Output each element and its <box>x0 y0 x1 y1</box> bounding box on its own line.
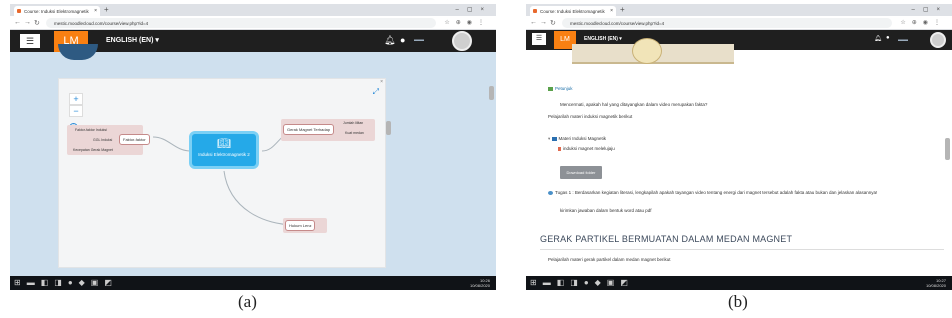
back-icon[interactable]: ← <box>14 19 21 26</box>
file-link[interactable]: induksi magnet melelujaju <box>563 146 615 151</box>
page-scrollbar[interactable] <box>945 138 950 160</box>
mindmap-canvas[interactable]: + − ◉ ⤢ × Faktor-faktor Induksi GGL Indu… <box>58 78 391 268</box>
browser-tab[interactable]: Course: Induksi Elektromagnetik × <box>14 6 100 16</box>
forward-icon[interactable]: → <box>540 19 547 26</box>
screenshot-b: Course: Induksi Elektromagnetik × + –▢× … <box>526 4 952 290</box>
browser-tabbar: Course: Induksi Elektromagnetik × + –▢× <box>10 4 496 16</box>
browser-tabbar: Course: Induksi Elektromagnetik × + –▢× <box>526 4 952 16</box>
tab-close-icon[interactable]: × <box>94 8 97 14</box>
clock-date: 10/08/2020 <box>469 283 490 288</box>
petunjuk-item[interactable]: Petunjuk <box>548 86 573 91</box>
user-name[interactable]: ▬▬ <box>898 37 908 43</box>
browser-action-icons[interactable]: ☆⊕◉⋮ <box>900 19 946 26</box>
page-icon <box>548 86 553 91</box>
url-field[interactable]: mestic.moodlecloud.com/course/view.php?i… <box>562 18 892 28</box>
mindmap-leaf: Kecepatan Gerak Magnet <box>73 148 113 152</box>
figure-caption-b: (b) <box>728 292 748 311</box>
zoom-in-button[interactable]: + <box>69 93 83 105</box>
taskbar-icons[interactable]: ⊞▬◧◨●◆▣◩ <box>14 278 118 287</box>
file-item[interactable]: induksi magnet melelujaju <box>558 146 615 151</box>
folder-icon <box>551 136 557 141</box>
question-text: Mencermati, apakah hal yang ditayangkan … <box>560 102 708 107</box>
messages-icon[interactable]: ● <box>400 35 405 45</box>
fullscreen-icon[interactable]: ⤢ <box>373 87 379 97</box>
messages-icon[interactable]: ● <box>886 35 890 41</box>
zoom-out-button[interactable]: − <box>69 105 83 117</box>
folder-link[interactable]: Materi Induksi Magnetik <box>559 136 607 141</box>
tab-title: Course: Induksi Elektromagnetik <box>24 8 89 14</box>
language-menu[interactable]: ENGLISH (EN) ▾ <box>106 36 159 44</box>
video-object-image <box>632 38 662 64</box>
address-bar: ← → ↻ mestic.moodlecloud.com/course/view… <box>526 16 952 30</box>
forward-icon[interactable]: → <box>24 19 31 26</box>
language-menu[interactable]: ENGLISH (EN) ▾ <box>584 36 622 42</box>
address-bar: ← → ↻ mestic.moodlecloud.com/course/view… <box>10 16 496 30</box>
mindmap-leaf: Kuat medan <box>345 131 364 135</box>
system-tray[interactable]: 10:27 10/08/2020 <box>926 278 946 288</box>
tab-close-icon[interactable]: × <box>610 8 613 14</box>
mindmap-center-node[interactable]: 📖︎ Induksi Elektromagnetik 2 <box>189 131 259 169</box>
moodle-favicon-icon <box>17 9 21 13</box>
notification-bell-icon[interactable]: 🔔︎ <box>384 35 395 46</box>
taskbar-icons[interactable]: ⊞▬◧◨●◆▣◩ <box>530 278 634 287</box>
system-tray[interactable]: 10:26 10/08/2020 <box>470 278 490 288</box>
windows-taskbar: ⊞▬◧◨●◆▣◩ 10:26 10/08/2020 <box>10 276 496 290</box>
window-controls[interactable]: –▢× <box>455 6 492 13</box>
tab-title: Course: Induksi Elektromagnetik <box>540 8 605 14</box>
page-scrollbar[interactable] <box>489 86 494 100</box>
pdf-file-icon <box>558 146 561 151</box>
windows-taskbar: ⊞▬◧◨●◆▣◩ 10:27 10/08/2020 <box>526 276 952 290</box>
page-content: Petunjuk Mencermati, apakah hal yang dit… <box>526 38 952 276</box>
reload-icon[interactable]: ↻ <box>550 19 556 27</box>
page-content: + − ◉ ⤢ × Faktor-faktor Induksi GGL Indu… <box>10 44 496 276</box>
download-folder-button[interactable]: Download folder <box>560 166 602 179</box>
user-name[interactable]: ▬▬ <box>414 37 424 43</box>
screenshot-a: Course: Induksi Elektromagnetik × + –▢× … <box>10 4 496 290</box>
mindmap-leaf: GGL Induksi <box>93 138 113 142</box>
section-note: Pelajarilah materi gerak partikel dalam … <box>548 257 671 262</box>
mindmap-scrollbar[interactable] <box>386 121 391 135</box>
folder-item[interactable]: ▾ Materi Induksi Magnetik <box>548 136 606 142</box>
clock-date: 10/08/2020 <box>925 283 946 288</box>
close-icon[interactable]: × <box>380 79 383 85</box>
new-tab-icon[interactable]: + <box>104 5 109 14</box>
mindmap-node[interactable]: Hukum Lenz <box>285 220 316 231</box>
mindmap-leaf: Jumlah lilitan <box>343 121 364 125</box>
video-thumbnail[interactable] <box>572 38 734 64</box>
divider <box>540 249 944 250</box>
mindmap-node[interactable]: Gerak Magnet Terhadap <box>283 124 335 135</box>
mindmap-links <box>152 130 298 226</box>
reload-icon[interactable]: ↻ <box>34 19 40 27</box>
menu-icon[interactable]: ☰ <box>20 34 40 48</box>
browser-action-icons[interactable]: ☆⊕◉⋮ <box>444 19 490 26</box>
avatar[interactable] <box>930 32 946 48</box>
assignment-link[interactable]: Tugas 1 : Berdasarkan kegiatan literasi,… <box>555 190 877 195</box>
notification-bell-icon[interactable]: 🔔︎ <box>874 35 882 42</box>
course-header-image <box>58 44 98 60</box>
browser-tab[interactable]: Course: Induksi Elektromagnetik × <box>530 6 616 16</box>
mindmap-leaf: Faktor-faktor Induksi <box>75 128 107 132</box>
window-controls[interactable]: –▢× <box>911 6 948 13</box>
url-field[interactable]: mestic.moodlecloud.com/course/view.php?i… <box>46 18 436 28</box>
petunjuk-link[interactable]: Petunjuk <box>555 86 573 91</box>
center-node-label: Induksi Elektromagnetik 2 <box>198 152 250 157</box>
section-title: GERAK PARTIKEL BERMUATAN DALAM MEDAN MAG… <box>540 234 793 244</box>
menu-icon[interactable]: ☰ <box>532 33 546 45</box>
mindmap-node[interactable]: Faktor-faktor <box>119 134 150 145</box>
moodle-favicon-icon <box>533 9 537 13</box>
new-tab-icon[interactable]: + <box>620 5 625 14</box>
assignment-icon <box>548 190 553 195</box>
avatar[interactable] <box>452 31 472 51</box>
book-icon: 📖︎ <box>217 138 231 150</box>
back-icon[interactable]: ← <box>530 19 537 26</box>
assignment-note: kirimkan jawaban dalam bentuk word atau … <box>560 208 652 213</box>
figure-caption-a: (a) <box>238 292 257 311</box>
assignment-item[interactable]: Tugas 1 : Berdasarkan kegiatan literasi,… <box>548 190 877 195</box>
note-text: Pelajarilah materi induksi magnetik beri… <box>548 114 633 119</box>
